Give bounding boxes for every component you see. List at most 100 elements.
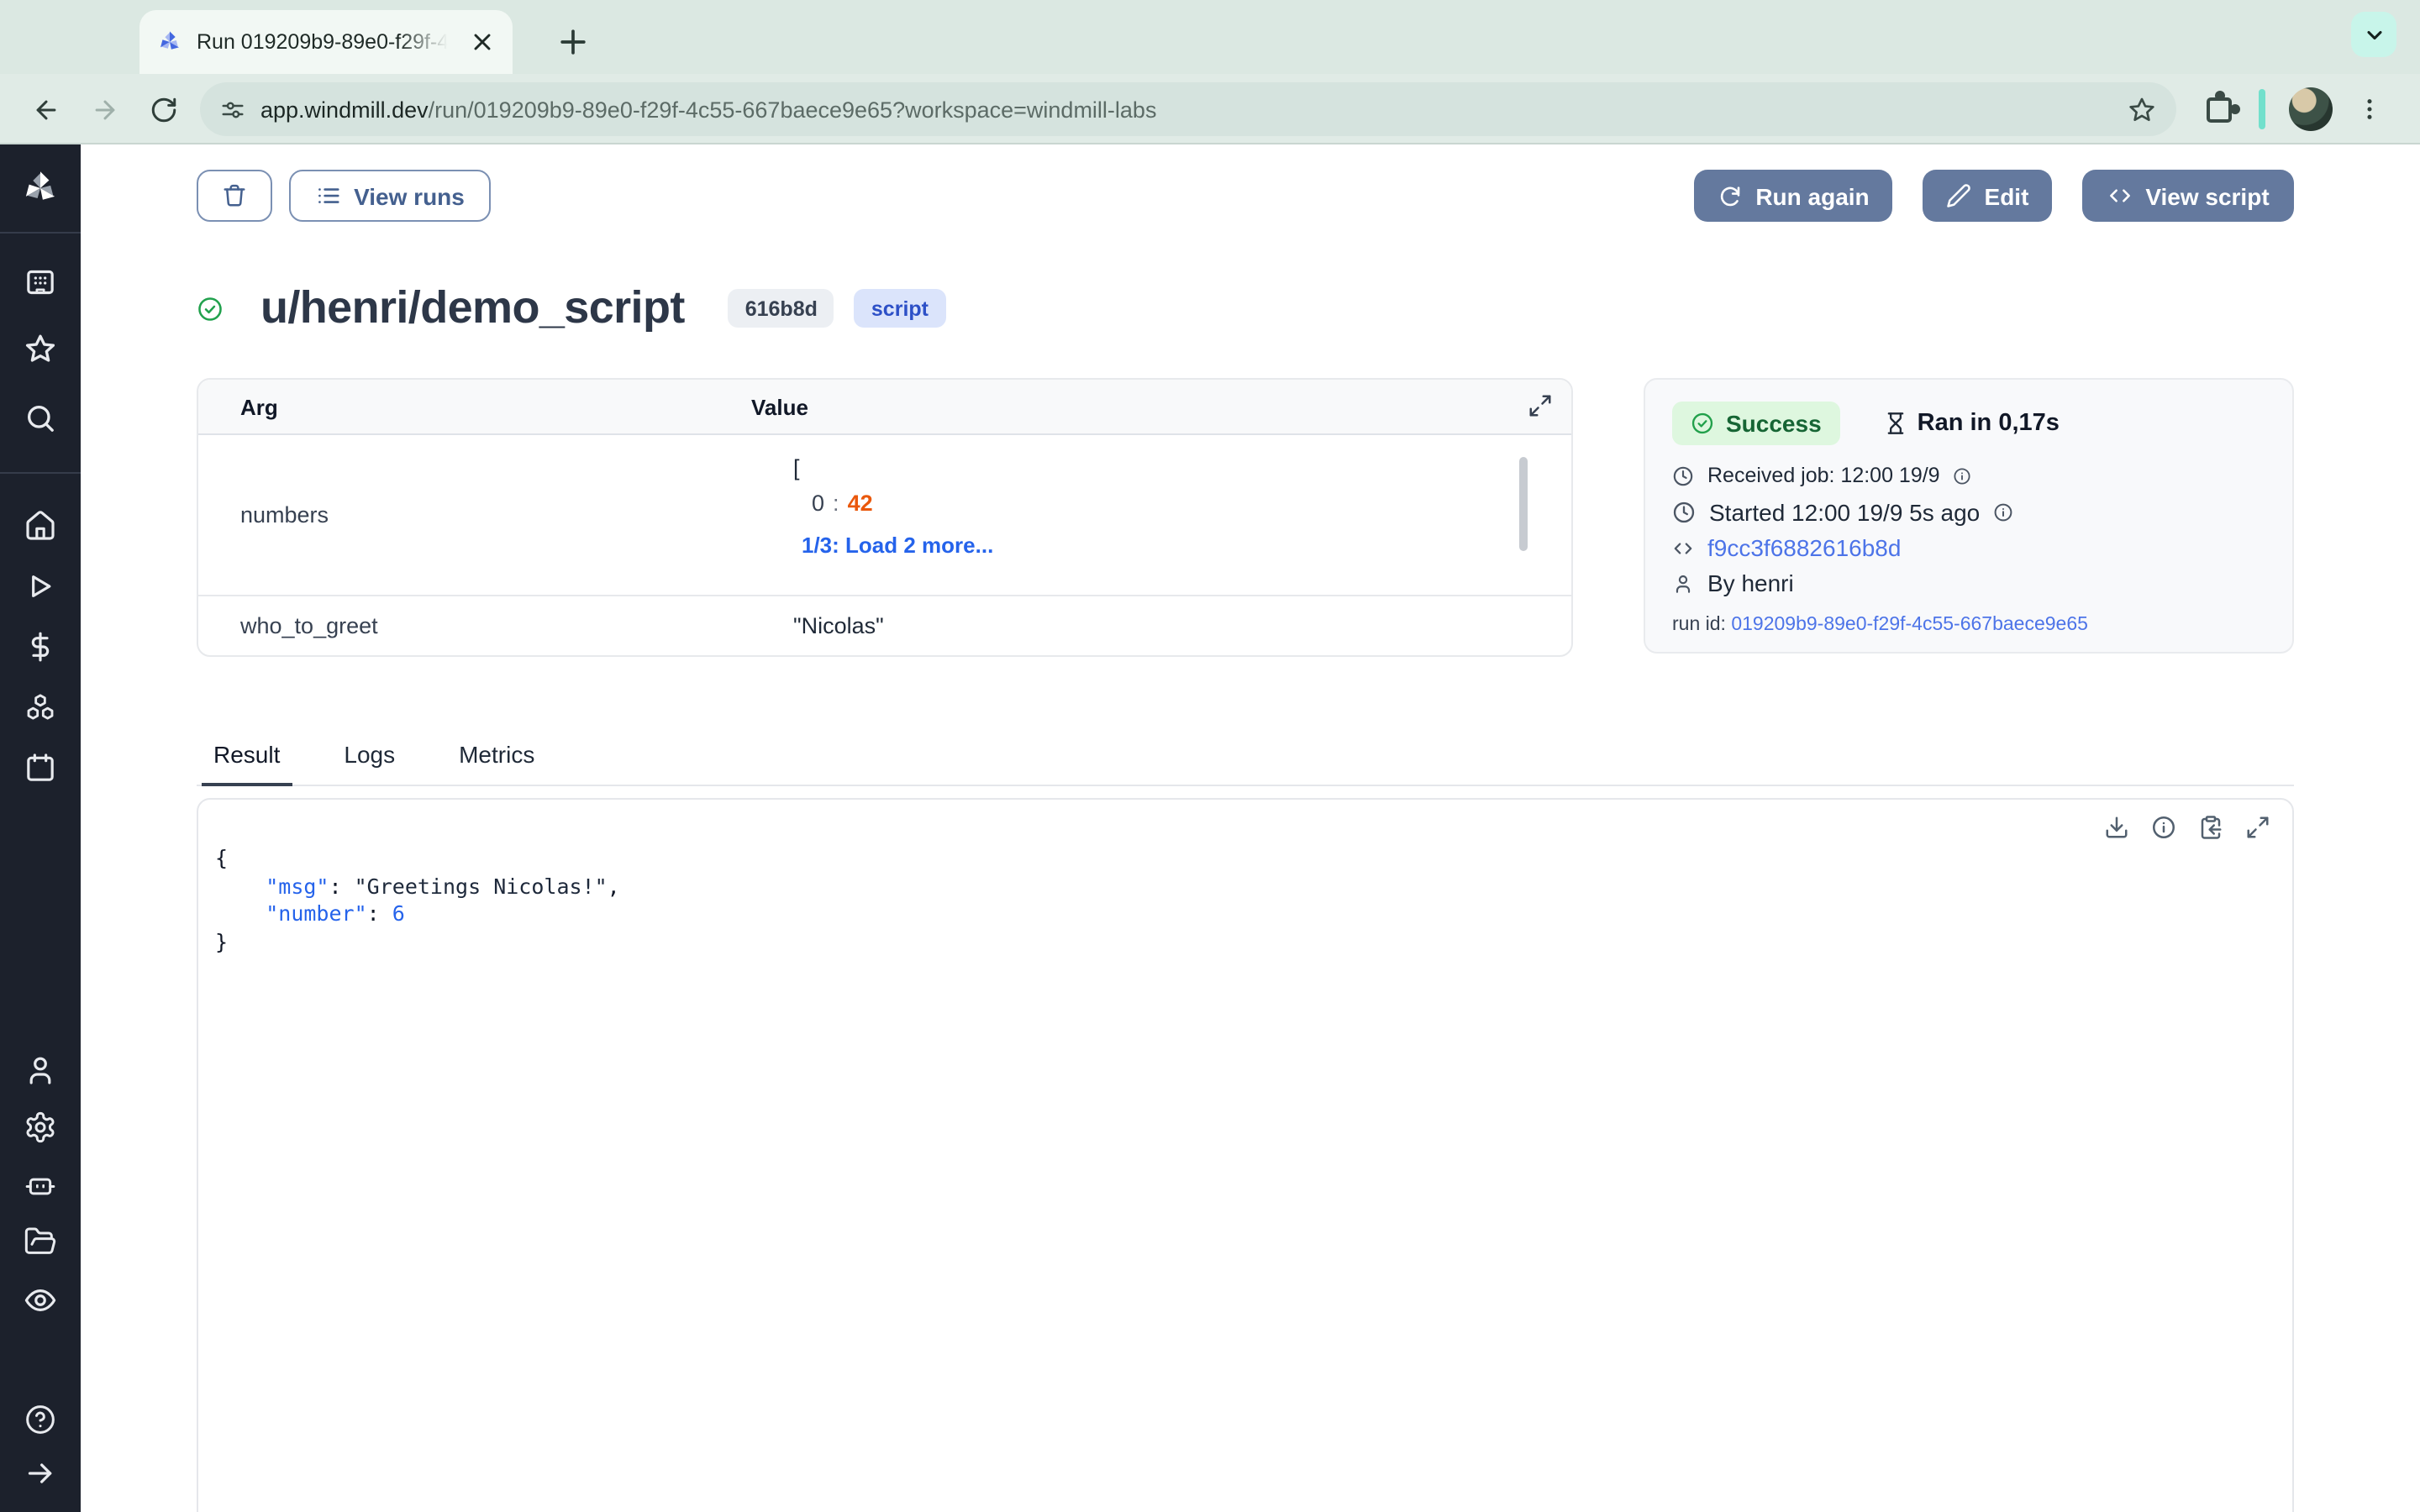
url-host: app.windmill.dev: [260, 97, 429, 122]
run-id-link[interactable]: 019209b9-89e0-f29f-4c55-667baece9e65: [1731, 615, 2088, 635]
array-entry: 0:42: [812, 491, 1571, 516]
run-again-button[interactable]: Run again: [1694, 170, 1892, 222]
script-hash-link[interactable]: f9cc3f6882616b8d: [1707, 534, 1901, 561]
started-row: Started 12:00 19/9 5s ago: [1672, 499, 2265, 526]
view-script-button[interactable]: View script: [2082, 170, 2294, 222]
status-badge: Success: [1672, 402, 1840, 445]
clock-icon: [1672, 465, 1694, 486]
reload-button[interactable]: [150, 95, 178, 123]
info-icon[interactable]: [2151, 815, 2176, 840]
app-window: View runs Run again Edit: [0, 144, 2420, 1512]
url-path: /run/019209b9-89e0-f29f-4c55-667baece9e6…: [429, 97, 1157, 122]
tab-logs[interactable]: Logs: [332, 741, 407, 785]
status-label: Success: [1726, 410, 1822, 437]
site-settings-icon[interactable]: [220, 97, 245, 122]
sidebar-divider: [0, 472, 81, 474]
browser-menu-icon[interactable]: [2356, 96, 2383, 123]
success-check-icon: [197, 295, 224, 322]
json-line: }: [215, 928, 2275, 956]
profile-avatar[interactable]: [2289, 87, 2333, 131]
received-row: Received job: 12:00 19/9: [1672, 464, 2265, 487]
result-toolbar: [2104, 815, 2270, 840]
args-table-header: Arg Value: [198, 380, 1571, 435]
duration-label: Ran in 0,17s: [1918, 410, 2060, 437]
delete-run-button[interactable]: [197, 170, 272, 222]
bookmark-star-icon[interactable]: [2128, 95, 2156, 123]
browser-tab[interactable]: Run 019209b9-89e0-f29f-4c: [139, 10, 513, 74]
sidebar-item-resources[interactable]: [24, 690, 57, 724]
arg-name: numbers: [198, 435, 793, 595]
result-json[interactable]: { "msg": "Greetings Nicolas!", "number":…: [198, 800, 2292, 956]
json-key: "number": [266, 900, 366, 926]
version-badge[interactable]: 616b8d: [729, 289, 834, 328]
view-script-label: View script: [2145, 182, 2269, 209]
kind-badge[interactable]: script: [855, 289, 945, 328]
windmill-favicon-icon: [156, 29, 183, 55]
sidebar: [0, 144, 81, 1512]
view-runs-button[interactable]: View runs: [289, 170, 491, 222]
run-again-label: Run again: [1755, 182, 1869, 209]
forward-button: [91, 95, 119, 123]
view-runs-label: View runs: [354, 182, 465, 209]
json-key: "msg": [266, 873, 329, 898]
sidebar-item-settings[interactable]: [24, 1110, 57, 1144]
arg-name: who_to_greet: [198, 596, 793, 655]
browser-chrome: Run 019209b9-89e0-f29f-4c: [0, 0, 2420, 144]
clock-icon: [1672, 501, 1696, 524]
sidebar-item-favorites[interactable]: [23, 332, 58, 367]
tab-title: Run 019209b9-89e0-f29f-4c: [197, 30, 455, 54]
tab-search-button[interactable]: [2351, 12, 2396, 57]
url-bar[interactable]: app.windmill.dev/run/019209b9-89e0-f29f-…: [200, 82, 2176, 136]
arg-value-who: "Nicolas": [793, 596, 1571, 655]
sidebar-item-search[interactable]: [24, 402, 57, 435]
expand-icon[interactable]: [2245, 815, 2270, 840]
args-table: Arg Value numbers [ 0:42 1/3: Load 2 mor…: [197, 378, 1573, 657]
arg-value-numbers: [ 0:42 1/3: Load 2 more...: [793, 435, 1571, 595]
duration: Ran in 0,17s: [1884, 410, 2060, 437]
main-content: View runs Run again Edit: [81, 144, 2420, 1512]
pencil-icon: [1946, 183, 1971, 208]
download-icon[interactable]: [2104, 815, 2129, 840]
json-line: {: [215, 845, 2275, 873]
new-tab-button[interactable]: [555, 24, 592, 60]
args-expand-icon[interactable]: [1528, 393, 1553, 418]
value-scrollbar[interactable]: [1519, 457, 1528, 551]
tab-close-icon[interactable]: [469, 29, 496, 55]
json-value: 6: [392, 900, 405, 926]
sidebar-item-help[interactable]: [24, 1403, 57, 1436]
user-icon: [1672, 572, 1694, 594]
run-id-label: run id:: [1672, 615, 1726, 635]
sidebar-item-home[interactable]: [24, 509, 57, 543]
title-row: u/henri/demo_script 616b8d script: [197, 282, 945, 334]
back-button[interactable]: [32, 95, 60, 123]
edit-button[interactable]: Edit: [1923, 170, 2052, 222]
sidebar-item-folders[interactable]: [24, 1225, 57, 1258]
list-icon: [315, 183, 340, 208]
sidebar-item-schedules[interactable]: [24, 751, 57, 785]
status-row: Success Ran in 0,17s: [1672, 402, 2265, 445]
sidebar-item-users[interactable]: [24, 1053, 57, 1087]
extensions-icon[interactable]: [2207, 97, 2232, 122]
info-icon[interactable]: [1993, 502, 2013, 522]
sidebar-expand-icon[interactable]: [24, 1457, 57, 1490]
sidebar-item-variables[interactable]: [24, 630, 57, 664]
load-more-link[interactable]: 1/3: Load 2 more...: [802, 533, 1571, 558]
sidebar-item-audit-logs[interactable]: [23, 1283, 58, 1318]
url-text[interactable]: app.windmill.dev/run/019209b9-89e0-f29f-…: [260, 97, 2112, 122]
tab-strip: Run 019209b9-89e0-f29f-4c: [0, 0, 2420, 74]
array-open-bracket: [: [793, 455, 1571, 480]
json-line: "msg": "Greetings Nicolas!",: [215, 873, 2275, 900]
windmill-logo-icon[interactable]: [19, 167, 61, 209]
code-icon: [1672, 537, 1694, 559]
sidebar-item-apps[interactable]: [24, 265, 57, 299]
info-icon[interactable]: [1954, 466, 1972, 485]
tab-metrics[interactable]: Metrics: [447, 741, 546, 785]
script-hash-row: f9cc3f6882616b8d: [1672, 534, 2265, 561]
run-info-panel: Success Ran in 0,17s Received job: 12:00…: [1644, 378, 2294, 654]
clipboard-copy-icon[interactable]: [2198, 815, 2223, 840]
run-id-row: run id: 019209b9-89e0-f29f-4c55-667baece…: [1672, 615, 2265, 635]
sidebar-item-runs[interactable]: [24, 570, 57, 603]
tab-result[interactable]: Result: [202, 741, 292, 785]
sidebar-item-workers[interactable]: [24, 1168, 57, 1201]
sidebar-divider: [0, 232, 81, 234]
